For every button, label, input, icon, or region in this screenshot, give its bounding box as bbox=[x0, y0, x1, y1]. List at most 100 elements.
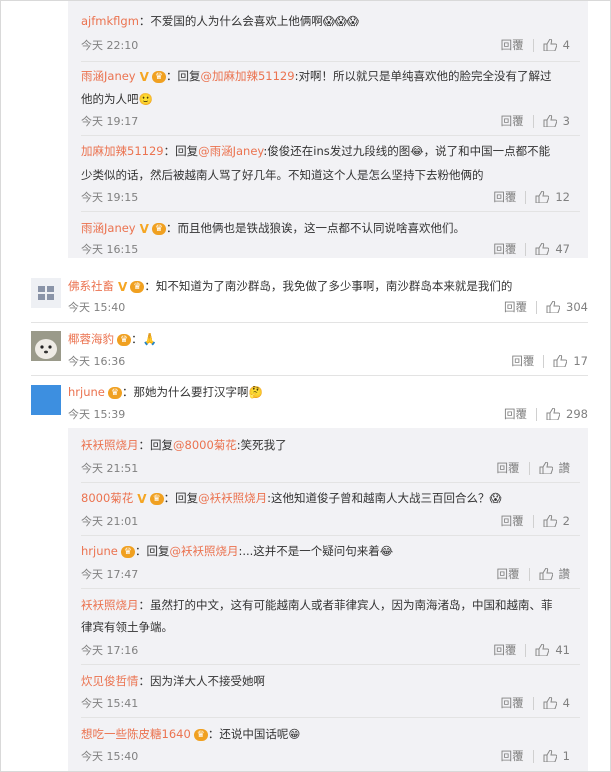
like-icon[interactable] bbox=[543, 750, 557, 762]
member-badge-icon: ♛ bbox=[151, 222, 166, 235]
comment-body-cont: 他的为人吧🙂 bbox=[81, 92, 153, 106]
member-badge-icon: ♛ bbox=[149, 492, 164, 505]
username[interactable]: ajfmkflgm bbox=[81, 14, 139, 28]
member-badge-icon: ♛ bbox=[107, 386, 122, 399]
comment-actions: 回覆 讚 bbox=[497, 566, 571, 582]
emoji-icon: 😂 bbox=[410, 144, 424, 158]
username[interactable]: 椰蓉海豹 bbox=[68, 332, 114, 346]
comment-body: 雨涵Janey V ♛ ：回复@加麻加辣51129:对啊！所以就只是单纯喜欢他的脸完全… bbox=[81, 69, 552, 84]
like-count: 304 bbox=[566, 300, 588, 314]
comment-body: 加麻加辣51129：回复@雨涵Janey:俊俊还在ins发过九段线的图😂，说了和… bbox=[81, 144, 551, 158]
comment-actions: 回覆 47 bbox=[493, 241, 570, 257]
like-icon[interactable] bbox=[535, 243, 550, 255]
member-badge-icon: ♛ bbox=[120, 545, 135, 558]
thinking-emoji-icon: 🤔 bbox=[248, 385, 263, 399]
verified-icon: V bbox=[118, 279, 128, 294]
reply-button[interactable]: 回覆 bbox=[501, 37, 524, 53]
mention-link[interactable]: @8000菊花 bbox=[173, 438, 237, 452]
smile-emoji-icon: 🙂 bbox=[138, 92, 153, 106]
timestamp: 今天 17:16 bbox=[81, 644, 139, 657]
like-icon[interactable] bbox=[543, 697, 557, 709]
comment-actions: 回覆 讚 bbox=[497, 460, 571, 476]
mention-link[interactable]: @袄袄照烧月 bbox=[169, 544, 238, 558]
like-icon[interactable] bbox=[546, 408, 561, 420]
reply-button[interactable]: 回覆 bbox=[493, 642, 516, 658]
mention-link[interactable]: @袄袄照烧月 bbox=[198, 491, 267, 505]
comment-body: 炊见俊哲情：因为洋大人不接受她啊 bbox=[81, 674, 265, 688]
username[interactable]: 加麻加辣51129 bbox=[81, 144, 164, 158]
comment-actions: 回覆 1 bbox=[501, 748, 570, 764]
like-icon[interactable] bbox=[553, 355, 568, 367]
comment-actions: 回覆 12 bbox=[493, 189, 570, 205]
comment-actions: 回覆 3 bbox=[501, 113, 570, 129]
timestamp: 今天 15:40 bbox=[81, 750, 139, 763]
like-count: 讚 bbox=[558, 567, 571, 581]
like-count: 4 bbox=[562, 696, 570, 710]
username[interactable]: 佛系社畜 bbox=[68, 279, 114, 293]
reply-button[interactable]: 回覆 bbox=[497, 566, 520, 582]
like-count: 47 bbox=[555, 242, 570, 256]
like-icon[interactable] bbox=[546, 301, 561, 313]
reply-button[interactable]: 回覆 bbox=[497, 460, 520, 476]
reply-button[interactable]: 回覆 bbox=[493, 189, 516, 205]
emoji-icon: 😱😱😱 bbox=[322, 14, 359, 28]
member-badge-icon: ♛ bbox=[151, 70, 166, 83]
comment-body-cont: 少类似的话，然后被越南人骂了好几年。不知道这个人是怎么坚持下去粉他俩的 bbox=[81, 168, 484, 182]
comment-actions: 回覆 17 bbox=[511, 353, 588, 369]
reply-button[interactable]: 回覆 bbox=[504, 299, 527, 315]
like-icon[interactable] bbox=[539, 568, 553, 580]
like-count: 2 bbox=[562, 514, 570, 528]
comment-body: 佛系社畜 V ♛ ：知不知道为了南沙群岛，我免做了多少事啊，南沙群岛本来就是我们的 bbox=[68, 279, 513, 294]
reply-button[interactable]: 回覆 bbox=[501, 513, 524, 529]
username[interactable]: 雨涵Janey bbox=[81, 221, 136, 235]
verified-icon: V bbox=[139, 221, 149, 236]
timestamp: 今天 16:36 bbox=[68, 355, 126, 368]
reply-button[interactable]: 回覆 bbox=[493, 241, 516, 257]
username[interactable]: 8000菊花 bbox=[81, 491, 133, 505]
like-count: 1 bbox=[562, 749, 570, 763]
comment-body: 雨涵Janey V ♛ ：而且他俩也是铁战狼诶，这一点都不认同说啥喜欢他们。 bbox=[81, 221, 465, 236]
comment-actions: 回覆 4 bbox=[501, 37, 570, 53]
like-icon[interactable] bbox=[535, 191, 550, 203]
reply-button[interactable]: 回覆 bbox=[504, 406, 527, 422]
username[interactable]: hrjune bbox=[81, 544, 118, 558]
comment-body-cont: 律宾有领土争端。 bbox=[81, 620, 173, 634]
comment-actions: 回覆 298 bbox=[504, 406, 588, 422]
timestamp: 今天 16:15 bbox=[81, 243, 139, 256]
reply-button[interactable]: 回覆 bbox=[501, 695, 524, 711]
mention-link[interactable]: @加麻加辣51129 bbox=[200, 69, 294, 83]
reply-button[interactable]: 回覆 bbox=[511, 353, 534, 369]
like-count: 298 bbox=[566, 407, 588, 421]
username[interactable]: 雨涵Janey bbox=[81, 69, 136, 83]
timestamp: 今天 17:47 bbox=[81, 568, 139, 581]
like-icon[interactable] bbox=[535, 644, 550, 656]
comment-actions: 回覆 304 bbox=[504, 299, 588, 315]
comment-body: 袄袄照烧月：虽然打的中文，这有可能越南人或者菲律宾人，因为南海渚岛，中国和越南、… bbox=[81, 598, 553, 612]
avatar[interactable] bbox=[31, 331, 61, 361]
like-icon[interactable] bbox=[543, 39, 557, 51]
username[interactable]: 想吃一些陈皮糖1640 bbox=[81, 727, 191, 741]
grin-emoji-icon: 😁 bbox=[288, 727, 301, 741]
like-count: 17 bbox=[573, 354, 588, 368]
member-badge-icon: ♛ bbox=[117, 333, 132, 346]
comment-actions: 回覆 2 bbox=[501, 513, 570, 529]
mention-link[interactable]: @雨涵Janey bbox=[198, 144, 263, 158]
reply-button[interactable]: 回覆 bbox=[501, 748, 524, 764]
comment-body: 想吃一些陈皮糖1640 ♛ ：还说中国话呢😁 bbox=[81, 727, 301, 741]
reply-button[interactable]: 回覆 bbox=[501, 113, 524, 129]
timestamp: 今天 21:51 bbox=[81, 462, 139, 475]
like-count: 12 bbox=[555, 190, 570, 204]
username[interactable]: 袄袄照烧月 bbox=[81, 438, 139, 452]
username[interactable]: hrjune bbox=[68, 385, 105, 399]
like-icon[interactable] bbox=[539, 462, 553, 474]
username[interactable]: 袄袄照烧月 bbox=[81, 598, 139, 612]
pray-emoji-icon: 🙏 bbox=[142, 332, 157, 346]
username[interactable]: 炊见俊哲情 bbox=[81, 674, 139, 688]
like-icon[interactable] bbox=[543, 115, 557, 127]
like-count: 41 bbox=[555, 643, 570, 657]
like-icon[interactable] bbox=[543, 515, 557, 527]
avatar[interactable] bbox=[31, 278, 61, 308]
timestamp: 今天 15:41 bbox=[81, 697, 139, 710]
comment-actions: 回覆 41 bbox=[493, 642, 570, 658]
avatar[interactable] bbox=[31, 385, 61, 415]
